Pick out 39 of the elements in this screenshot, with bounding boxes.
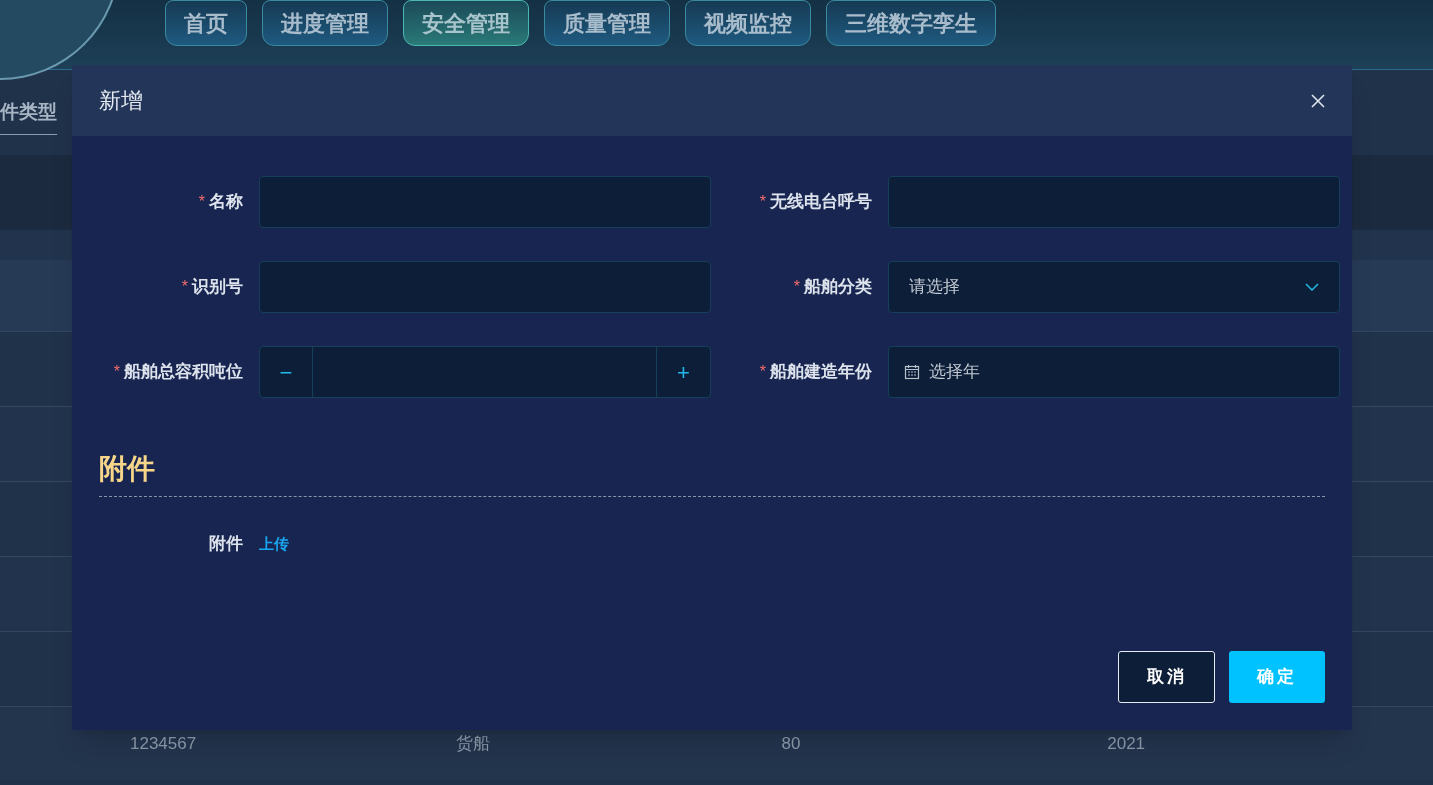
section-title: 附件 [99, 453, 155, 484]
number-field[interactable]: − + [259, 346, 711, 398]
close-icon[interactable] [1311, 93, 1325, 108]
required-icon: * [793, 275, 800, 299]
cancel-button[interactable]: 取消 [1118, 651, 1215, 703]
field-label: 船舶建造年份 [770, 361, 872, 384]
select-field[interactable]: 请选择 [888, 261, 1340, 313]
table-cell-text: 80 [781, 732, 802, 755]
input-field[interactable] [888, 176, 1340, 228]
table-cell-text: 1234567 [130, 732, 198, 755]
upload-link[interactable]: 上传 [259, 532, 289, 555]
nav-tab[interactable]: 安全管理 [403, 0, 529, 46]
field-label: 附件 [209, 533, 243, 555]
calendar-icon [904, 364, 920, 380]
year-picker-field[interactable]: 选择年 [888, 346, 1340, 398]
field-label: 无线电台呼号 [770, 191, 872, 214]
nav-tab[interactable]: 视频监控 [685, 0, 811, 46]
chevron-down-icon [1305, 283, 1319, 291]
nav-tab[interactable]: 三维数字孪生 [826, 0, 996, 46]
nav-tab[interactable]: 质量管理 [544, 0, 670, 46]
side-tab[interactable]: 件类型 [0, 97, 57, 127]
minus-button[interactable]: − [260, 347, 313, 397]
field-label: 识别号 [192, 276, 243, 299]
nav-tab[interactable]: 进度管理 [262, 0, 388, 46]
nav-tab[interactable]: 首页 [165, 0, 247, 46]
dialog-title: 新增 [99, 87, 143, 115]
required-icon: * [759, 360, 766, 384]
plus-button[interactable]: + [656, 347, 710, 397]
field-label: 船舶总容积吨位 [124, 361, 243, 384]
field-label: 船舶分类 [804, 276, 872, 299]
field-label: 名称 [209, 191, 243, 214]
required-icon: * [113, 360, 120, 384]
table-cell-text: 2021 [1107, 732, 1147, 755]
input-field[interactable] [259, 261, 711, 313]
input-field[interactable] [259, 176, 711, 228]
required-icon: * [181, 275, 188, 299]
required-icon: * [759, 190, 766, 214]
table-cell-text: 货船 [455, 732, 491, 755]
required-icon: * [198, 190, 205, 214]
